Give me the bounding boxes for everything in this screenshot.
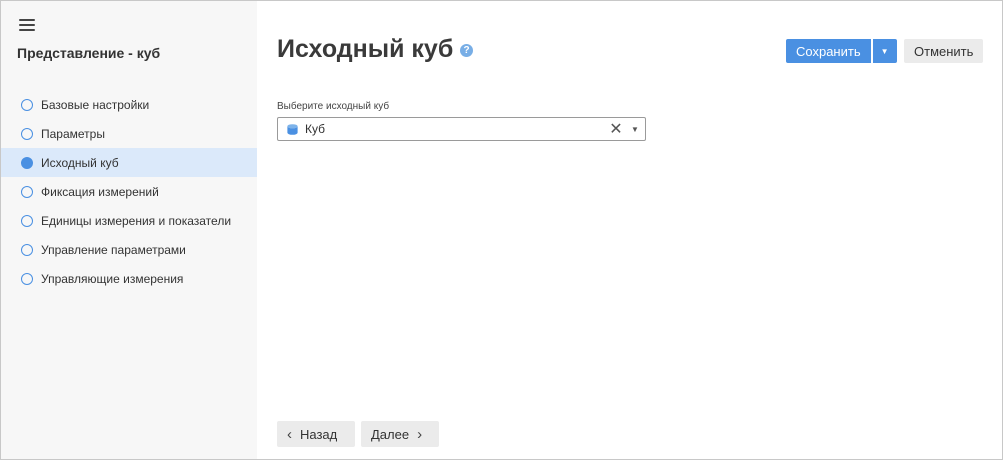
next-button[interactable]: Далее › xyxy=(361,421,439,447)
save-button[interactable]: Сохранить xyxy=(786,39,871,63)
wizard-steps: Базовые настройки Параметры Исходный куб… xyxy=(1,90,257,293)
step-radio-icon xyxy=(21,98,33,111)
step-dimension-fixing[interactable]: Фиксация измерений xyxy=(1,177,257,206)
help-icon[interactable]: ? xyxy=(460,44,473,57)
step-label: Единицы измерения и показатели xyxy=(41,213,232,228)
step-radio-icon xyxy=(21,127,33,140)
source-cube-select[interactable]: Куб ✕ ▼ xyxy=(277,117,646,141)
sidebar: Представление - куб Базовые настройки Па… xyxy=(1,1,257,459)
step-radio-icon xyxy=(21,185,33,198)
back-button[interactable]: ‹ Назад xyxy=(277,421,355,447)
step-radio-icon xyxy=(21,156,33,169)
next-label: Далее xyxy=(371,426,410,442)
page-title: Исходный куб xyxy=(277,35,454,63)
back-label: Назад xyxy=(300,426,338,442)
step-basic-settings[interactable]: Базовые настройки xyxy=(1,90,257,119)
cube-icon xyxy=(287,123,298,135)
step-control-dimensions[interactable]: Управляющие измерения xyxy=(1,264,257,293)
main-panel: Исходный куб ? Сохранить ▼ Отменить Выбе… xyxy=(277,1,1002,459)
selected-cube-value: Куб xyxy=(305,122,325,136)
app-window: Представление - куб Базовые настройки Па… xyxy=(0,0,1003,460)
save-dropdown-icon[interactable]: ▼ xyxy=(872,39,897,63)
step-label: Фиксация измерений xyxy=(41,184,159,199)
chevron-right-icon: › xyxy=(417,425,423,443)
step-label: Управляющие измерения xyxy=(41,271,184,286)
step-label: Базовые настройки xyxy=(41,97,150,112)
caret-down-icon[interactable]: ▼ xyxy=(625,125,645,134)
cancel-button[interactable]: Отменить xyxy=(904,39,984,63)
step-label: Исходный куб xyxy=(41,155,119,170)
source-cube-label: Выберите исходный куб xyxy=(277,101,390,112)
hamburger-icon[interactable] xyxy=(19,19,35,33)
step-radio-icon xyxy=(21,243,33,256)
step-label: Управление параметрами xyxy=(41,242,186,257)
step-source-cube[interactable]: Исходный куб xyxy=(1,148,257,177)
step-radio-icon xyxy=(21,214,33,227)
close-icon[interactable]: ✕ xyxy=(607,119,625,139)
sidebar-title: Представление - куб xyxy=(17,45,161,61)
step-radio-icon xyxy=(21,272,33,285)
step-label: Параметры xyxy=(41,126,105,141)
save-button-group: Сохранить ▼ xyxy=(786,39,897,63)
step-parameters[interactable]: Параметры xyxy=(1,119,257,148)
chevron-left-icon: ‹ xyxy=(287,425,292,443)
step-units-and-indicators[interactable]: Единицы измерения и показатели xyxy=(1,206,257,235)
step-parameter-management[interactable]: Управление параметрами xyxy=(1,235,257,264)
